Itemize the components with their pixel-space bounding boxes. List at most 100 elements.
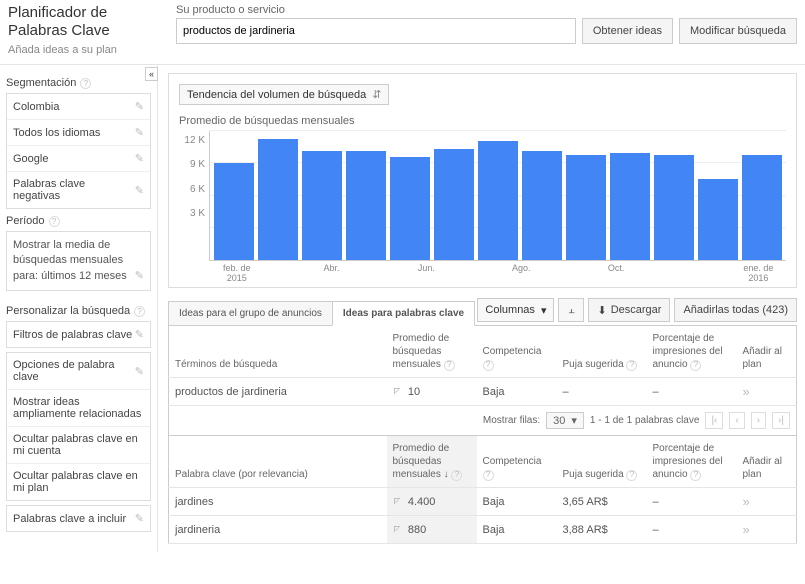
cell-term: jardineria (169, 516, 387, 544)
trend-dropdown[interactable]: Tendencia del volumen de búsqueda ⇵ (179, 84, 389, 105)
cell-avg: ⊾ 880 (387, 516, 477, 544)
col-impr[interactable]: Porcentaje de impresiones del anuncio ? (647, 436, 737, 488)
sidebar-item-broad[interactable]: Mostrar ideas ampliamente relacionadas (7, 390, 150, 427)
chart-plot (209, 131, 786, 261)
col-comp[interactable]: Competencia ? (477, 436, 557, 488)
cell-add[interactable]: » (737, 488, 797, 516)
cell-term: productos de jardineria (169, 378, 387, 406)
get-ideas-button[interactable]: Obtener ideas (582, 18, 673, 44)
sidebar-item-location[interactable]: Colombia✎ (7, 94, 150, 120)
sidebar-item-include[interactable]: Palabras clave a incluir✎ (7, 506, 150, 531)
x-axis: feb. de 2015Abr.Jun.Ago.Oct.ene. de 2016 (209, 261, 786, 283)
table-row: jardineria ⊾ 880 Baja 3,88 AR$ – » (169, 516, 797, 544)
pencil-icon: ✎ (135, 365, 144, 378)
col-avg[interactable]: Promedio de búsquedas mensuales ? (387, 326, 477, 378)
trend-icon[interactable]: ⊾ (393, 523, 402, 536)
col-impr[interactable]: Porcentaje de impresiones del anuncio ? (647, 326, 737, 378)
help-icon: ? (626, 360, 637, 371)
chart-bar (610, 153, 650, 260)
help-icon: ? (451, 470, 462, 481)
add-all-button[interactable]: Añadirlas todas (423) (674, 298, 797, 322)
columns-dropdown[interactable]: Columnas▾ (477, 298, 554, 322)
page-subtitle: Añada ideas a su plan (8, 44, 166, 56)
cell-bid: 3,88 AR$ (557, 516, 647, 544)
help-icon[interactable]: ? (49, 216, 60, 227)
modify-search-button[interactable]: Modificar búsqueda (679, 18, 797, 44)
chart-bar (214, 163, 254, 260)
chart-bar (566, 155, 606, 260)
period-box[interactable]: Mostrar la media de búsquedas mensuales … (6, 231, 151, 291)
tab-adgroup-ideas[interactable]: Ideas para el grupo de anuncios (168, 301, 333, 326)
add-to-plan-icon: » (743, 522, 750, 537)
help-icon: ? (483, 360, 494, 371)
chart-bar (522, 151, 562, 260)
help-icon: ? (690, 360, 701, 371)
cell-comp: Baja (477, 378, 557, 406)
chart-bar (434, 149, 474, 260)
keywords-table: Palabra clave (por relevancia) Promedio … (168, 435, 797, 544)
col-comp[interactable]: Competencia ? (477, 326, 557, 378)
bar-chart-icon: ⫠ (568, 304, 575, 317)
table-row: jardines ⊾ 4.400 Baja 3,65 AR$ – » (169, 488, 797, 516)
sidebar-item-negative[interactable]: Palabras clave negativas✎ (7, 172, 150, 208)
pencil-icon: ✎ (135, 328, 144, 341)
help-icon[interactable]: ? (80, 78, 91, 89)
chart-bar (654, 155, 694, 260)
pencil-icon: ✎ (135, 184, 144, 197)
sidebar-item-network[interactable]: Google✎ (7, 146, 150, 172)
chart-bar (390, 157, 430, 260)
sidebar-item-language[interactable]: Todos los idiomas✎ (7, 120, 150, 146)
col-add: Añadir al plan (737, 436, 797, 488)
chevron-down-icon: ▾ (541, 304, 547, 317)
chart-bar (258, 139, 298, 260)
col-add: Añadir al plan (737, 326, 797, 378)
cell-bid: 3,65 AR$ (557, 488, 647, 516)
page-title: Planificador de Palabras Clave (8, 4, 166, 40)
last-page-button[interactable]: ›| (772, 412, 790, 429)
pencil-icon: ✎ (135, 126, 144, 139)
rows-select[interactable]: 30 ▾ (546, 412, 584, 429)
sidebar-item-filters[interactable]: Filtros de palabras clave✎ (7, 322, 150, 347)
download-icon: ⬇ (597, 304, 606, 317)
cell-add[interactable]: » (737, 516, 797, 544)
product-input[interactable] (176, 18, 576, 44)
tab-keyword-ideas[interactable]: Ideas para palabras clave (332, 301, 475, 326)
col-terms[interactable]: Términos de búsqueda (169, 326, 387, 378)
chart-toggle-button[interactable]: ⫠ (558, 298, 584, 322)
next-page-button[interactable]: › (751, 412, 766, 429)
help-icon: ? (690, 470, 701, 481)
pencil-icon: ✎ (135, 152, 144, 165)
trend-icon[interactable]: ⊾ (393, 495, 402, 508)
chart-bar (742, 155, 782, 260)
download-button[interactable]: ⬇Descargar (588, 298, 670, 322)
col-bid[interactable]: Puja sugerida ? (557, 436, 647, 488)
help-icon[interactable]: ? (134, 306, 145, 317)
add-to-plan-icon: » (743, 494, 750, 509)
chart-title: Promedio de búsquedas mensuales (179, 115, 786, 127)
cell-comp: Baja (477, 516, 557, 544)
prev-page-button[interactable]: ‹ (729, 412, 744, 429)
chart-card: Tendencia del volumen de búsqueda ⇵ Prom… (168, 73, 797, 288)
first-page-button[interactable]: |‹ (705, 412, 723, 429)
trend-icon[interactable]: ⊾ (393, 385, 402, 398)
sidebar-item-hide-account[interactable]: Ocultar palabras clave en mi cuenta (7, 427, 150, 464)
sidebar-item-hide-plan[interactable]: Ocultar palabras clave en mi plan (7, 464, 150, 500)
chart-bar (302, 151, 342, 260)
cell-impr: – (647, 488, 737, 516)
pencil-icon: ✎ (135, 100, 144, 113)
help-icon: ? (483, 470, 494, 481)
collapse-sidebar-button[interactable]: « (145, 67, 158, 81)
col-bid[interactable]: Puja sugerida ? (557, 326, 647, 378)
cell-impr: – (647, 378, 737, 406)
cell-term: jardines (169, 488, 387, 516)
add-to-plan-icon: » (743, 384, 750, 399)
sidebar-item-options[interactable]: Opciones de palabra clave✎ (7, 353, 150, 390)
chart-bar (346, 151, 386, 260)
cell-add[interactable]: » (737, 378, 797, 406)
segmentation-panel: Colombia✎ Todos los idiomas✎ Google✎ Pal… (6, 93, 151, 209)
product-input-label: Su producto o servicio (176, 4, 797, 16)
segmentation-title: Segmentación ? (6, 77, 151, 89)
col-keyword[interactable]: Palabra clave (por relevancia) (169, 436, 387, 488)
col-avg-sorted[interactable]: Promedio de búsquedas mensuales ↓ ? (387, 436, 477, 488)
y-axis: 12 K 9 K 6 K 3 K (179, 131, 209, 261)
